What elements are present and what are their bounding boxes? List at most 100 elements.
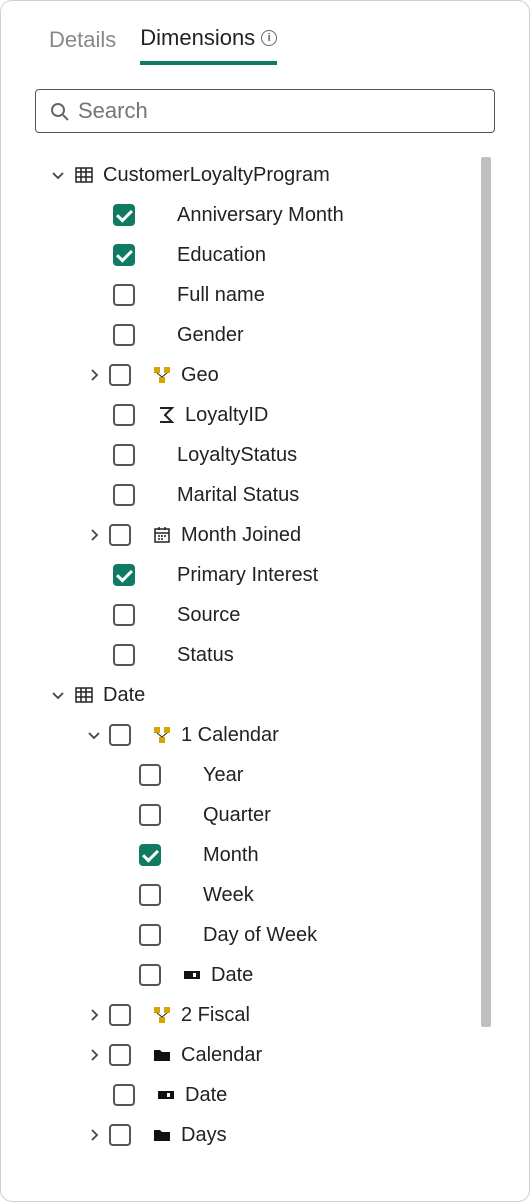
checkbox[interactable] (113, 204, 135, 226)
node-label: Full name (177, 284, 265, 307)
node-label: Source (177, 604, 240, 627)
hierarchy-icon (151, 364, 173, 386)
chevron-down-icon[interactable] (51, 688, 65, 702)
chevron-right-icon[interactable] (87, 368, 101, 382)
node-label: Days (181, 1124, 227, 1147)
node-label: Date (103, 684, 145, 707)
field-month-joined[interactable]: Month Joined (51, 515, 509, 555)
field-marital-status[interactable]: Marital Status (51, 475, 509, 515)
checkbox[interactable] (109, 1004, 131, 1026)
field-status[interactable]: Status (51, 635, 509, 675)
search-input[interactable] (78, 98, 482, 124)
chevron-down-icon[interactable] (87, 728, 101, 742)
checkbox[interactable] (113, 404, 135, 426)
field-calendar-folder[interactable]: Calendar (51, 1035, 509, 1075)
checkbox[interactable] (113, 244, 135, 266)
node-label: Status (177, 644, 234, 667)
node-label: Quarter (203, 804, 271, 827)
chevron-right-icon[interactable] (87, 528, 101, 542)
checkbox[interactable] (113, 444, 135, 466)
node-label: LoyaltyStatus (177, 444, 297, 467)
field-primary-interest[interactable]: Primary Interest (51, 555, 509, 595)
field-1-calendar[interactable]: 1 Calendar (51, 715, 509, 755)
node-label: Date (211, 964, 253, 987)
checkbox[interactable] (113, 1084, 135, 1106)
node-label: Gender (177, 324, 244, 347)
field-loyaltystatus[interactable]: LoyaltyStatus (51, 435, 509, 475)
field-gender[interactable]: Gender (51, 315, 509, 355)
checkbox[interactable] (113, 484, 135, 506)
field-2-fiscal[interactable]: 2 Fiscal (51, 995, 509, 1035)
folder-icon (151, 1044, 173, 1066)
checkbox[interactable] (113, 604, 135, 626)
node-label: Education (177, 244, 266, 267)
field-quarter[interactable]: Quarter (51, 795, 509, 835)
info-icon[interactable]: i (261, 30, 277, 46)
node-label: Calendar (181, 1044, 262, 1067)
node-label: Anniversary Month (177, 204, 344, 227)
checkbox[interactable] (109, 724, 131, 746)
node-label: Year (203, 764, 243, 787)
key-icon (181, 964, 203, 986)
chevron-right-icon[interactable] (87, 1008, 101, 1022)
tab-label: Details (49, 27, 116, 53)
node-label: Month Joined (181, 524, 301, 547)
checkbox[interactable] (139, 804, 161, 826)
tab-dimensions[interactable]: Dimensions i (140, 25, 277, 65)
node-label: Geo (181, 364, 219, 387)
field-year[interactable]: Year (51, 755, 509, 795)
node-label: Primary Interest (177, 564, 318, 587)
field-source[interactable]: Source (51, 595, 509, 635)
node-label: 2 Fiscal (181, 1004, 250, 1027)
checkbox[interactable] (109, 524, 131, 546)
field-anniversary-month[interactable]: Anniversary Month (51, 195, 509, 235)
field-tree: CustomerLoyaltyProgram Anniversary Month… (21, 147, 509, 1155)
checkbox[interactable] (113, 324, 135, 346)
chevron-down-icon[interactable] (51, 168, 65, 182)
checkbox[interactable] (113, 564, 135, 586)
field-date-level[interactable]: Date (51, 955, 509, 995)
node-label: Marital Status (177, 484, 299, 507)
key-icon (155, 1084, 177, 1106)
tab-bar: Details Dimensions i (21, 25, 509, 65)
node-label: Day of Week (203, 924, 317, 947)
node-label: Month (203, 844, 259, 867)
sigma-icon (155, 404, 177, 426)
node-label: Date (185, 1084, 227, 1107)
table-icon (73, 164, 95, 186)
tab-details[interactable]: Details (49, 25, 116, 65)
dimensions-panel: Details Dimensions i CustomerLoyaltyProg… (0, 0, 530, 1202)
node-label: CustomerLoyaltyProgram (103, 164, 330, 187)
checkbox[interactable] (113, 284, 135, 306)
search-field[interactable] (35, 89, 495, 133)
table-node-customerloyaltyprogram[interactable]: CustomerLoyaltyProgram (51, 155, 509, 195)
node-label: 1 Calendar (181, 724, 279, 747)
chevron-right-icon[interactable] (87, 1048, 101, 1062)
table-node-date[interactable]: Date (51, 675, 509, 715)
field-day-of-week[interactable]: Day of Week (51, 915, 509, 955)
field-month[interactable]: Month (51, 835, 509, 875)
checkbox[interactable] (139, 964, 161, 986)
checkbox[interactable] (109, 364, 131, 386)
checkbox[interactable] (109, 1044, 131, 1066)
calendar-icon (151, 524, 173, 546)
checkbox[interactable] (139, 924, 161, 946)
field-date-key[interactable]: Date (51, 1075, 509, 1115)
checkbox[interactable] (139, 764, 161, 786)
node-label: LoyaltyID (185, 404, 268, 427)
chevron-right-icon[interactable] (87, 1128, 101, 1142)
scrollbar[interactable] (481, 157, 491, 1027)
field-education[interactable]: Education (51, 235, 509, 275)
field-days-folder[interactable]: Days (51, 1115, 509, 1155)
checkbox[interactable] (113, 644, 135, 666)
table-icon (73, 684, 95, 706)
hierarchy-icon (151, 724, 173, 746)
checkbox[interactable] (139, 884, 161, 906)
field-week[interactable]: Week (51, 875, 509, 915)
field-full-name[interactable]: Full name (51, 275, 509, 315)
field-loyaltyid[interactable]: LoyaltyID (51, 395, 509, 435)
checkbox[interactable] (139, 844, 161, 866)
field-geo[interactable]: Geo (51, 355, 509, 395)
checkbox[interactable] (109, 1124, 131, 1146)
tab-label: Dimensions (140, 25, 255, 51)
